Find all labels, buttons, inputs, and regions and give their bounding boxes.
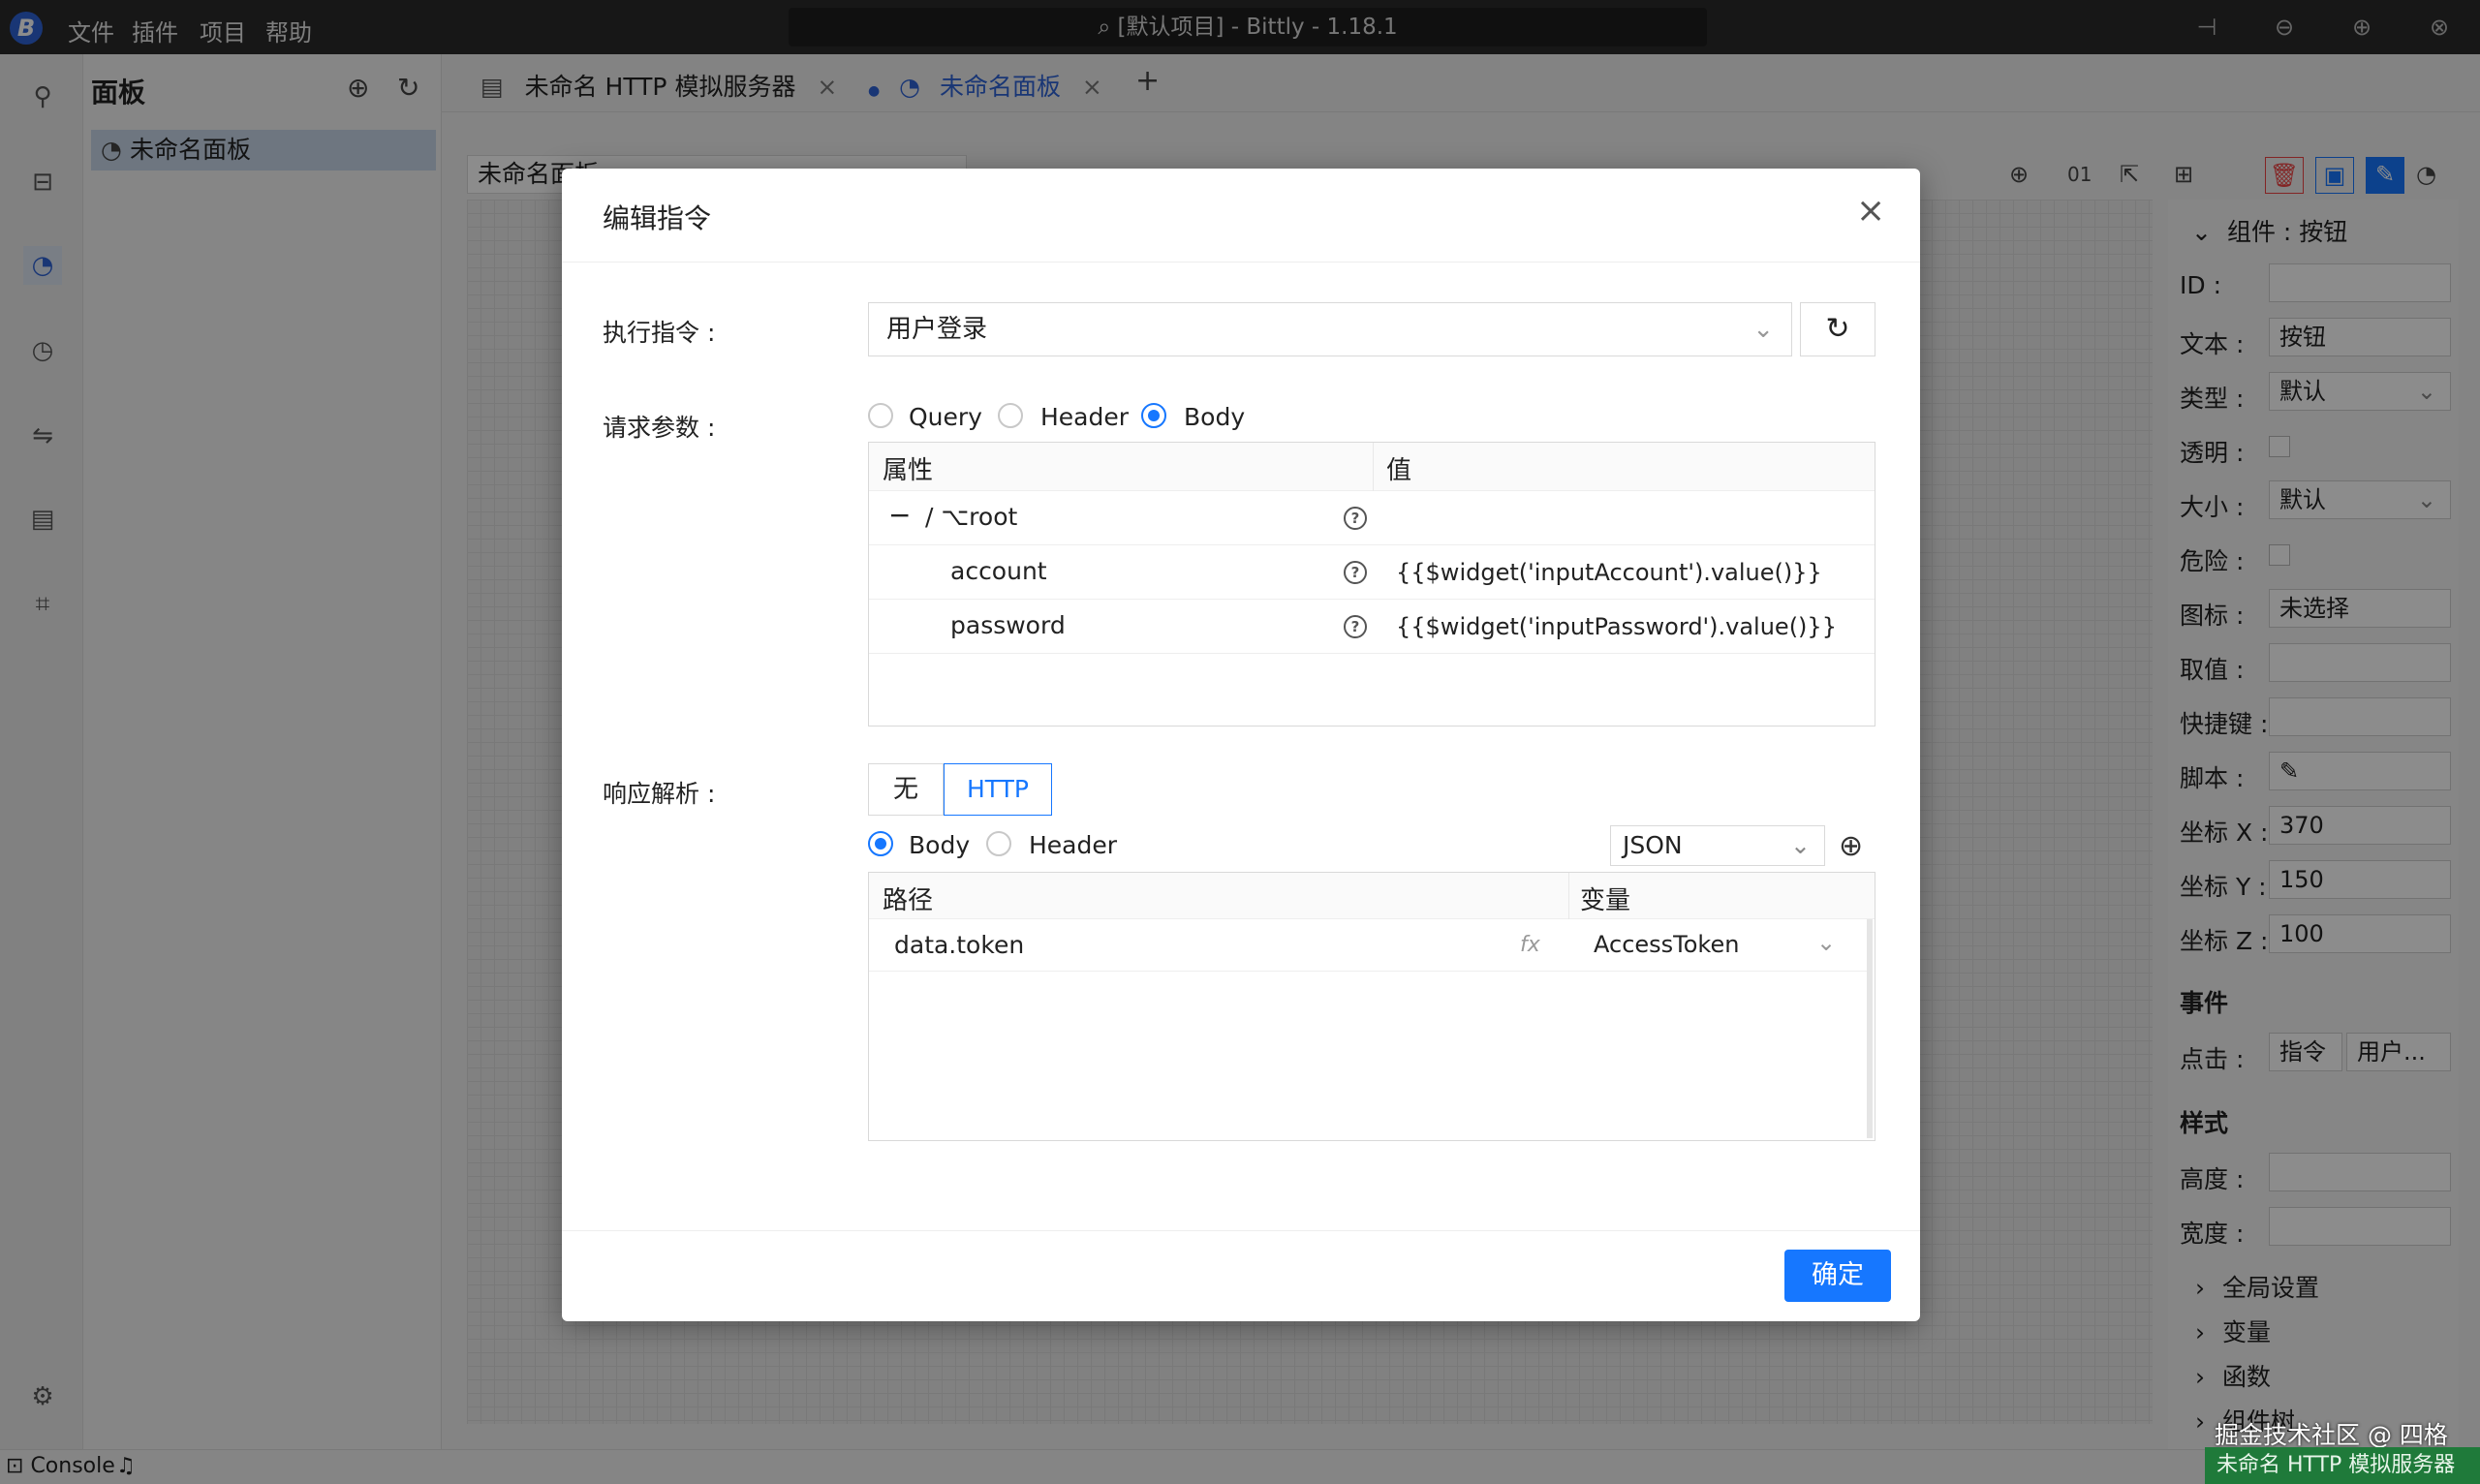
add-mapping-icon[interactable]: ⊕ xyxy=(1839,829,1863,863)
radio-resp-header[interactable] xyxy=(986,831,1011,856)
table-row: account ? {{$widget('inputAccount').valu… xyxy=(869,545,1875,600)
ok-button[interactable]: 确定 xyxy=(1784,1250,1891,1302)
col-divider xyxy=(1373,443,1374,491)
format-select[interactable]: JSON ⌄ xyxy=(1610,825,1825,866)
col-value: 值 xyxy=(1386,456,1412,485)
param-name: password xyxy=(950,611,1066,639)
divider xyxy=(562,262,1920,263)
table-header: 路径 变量 xyxy=(869,873,1875,919)
col-attr: 属性 xyxy=(883,456,934,485)
command-select[interactable]: 用户登录 ⌄ xyxy=(868,302,1792,356)
col-variable: 变量 xyxy=(1580,886,1631,915)
radio-header[interactable] xyxy=(998,403,1023,428)
radio-query[interactable] xyxy=(868,403,893,428)
table-row: password ? {{$widget('inputPassword').va… xyxy=(869,600,1875,654)
close-icon[interactable]: × xyxy=(1856,194,1885,229)
param-value[interactable]: {{$widget('inputPassword').value()}} xyxy=(1396,613,1837,640)
chevron-down-icon: ⌄ xyxy=(1790,831,1811,859)
col-path: 路径 xyxy=(883,886,934,915)
params-table: 属性 值 − / ⌥root ? account ? {{$widget('in… xyxy=(868,442,1876,727)
radio-body-label: Body xyxy=(1184,403,1246,431)
table-row: data.token fx AccessToken ⌄ xyxy=(869,919,1867,972)
chevron-down-icon: ⌄ xyxy=(1752,315,1774,344)
divider xyxy=(562,1230,1920,1231)
root-label: / ⌥root xyxy=(925,503,1018,531)
refresh-commands-button[interactable]: ↻ xyxy=(1800,302,1876,356)
radio-query-label: Query xyxy=(909,403,982,431)
exec-label: 执行指令 : xyxy=(603,319,716,347)
resp-mode-none[interactable]: 无 xyxy=(868,763,944,816)
edit-command-dialog: 编辑指令 × 执行指令 : 用户登录 ⌄ ↻ 请求参数 : Query Head… xyxy=(562,169,1920,1321)
radio-header-label: Header xyxy=(1040,403,1130,431)
help-icon[interactable]: ? xyxy=(1344,615,1367,638)
resp-mode-http[interactable]: HTTP xyxy=(944,763,1052,816)
chevron-down-icon: ⌄ xyxy=(1816,929,1837,956)
mapping-table: 路径 变量 data.token fx AccessToken ⌄ xyxy=(868,872,1876,1141)
resp-label: 响应解析 : xyxy=(603,780,716,808)
param-name: account xyxy=(950,557,1047,585)
radio-resp-header-label: Header xyxy=(1029,831,1118,859)
param-value[interactable]: {{$widget('inputAccount').value()}} xyxy=(1396,559,1822,586)
table-row: − / ⌥root ? xyxy=(869,491,1875,545)
radio-body[interactable] xyxy=(1141,403,1166,428)
radio-resp-body[interactable] xyxy=(868,831,893,856)
path-input[interactable]: data.token xyxy=(894,931,1024,959)
radio-resp-body-label: Body xyxy=(909,831,971,859)
dialog-title: 编辑指令 xyxy=(603,202,712,234)
help-icon[interactable]: ? xyxy=(1344,561,1367,584)
refresh-icon: ↻ xyxy=(1825,312,1850,346)
fx-icon[interactable]: fx xyxy=(1520,933,1540,957)
server-status-badge[interactable]: 未命名 HTTP 模拟服务器× xyxy=(2205,1447,2480,1484)
collapse-icon[interactable]: − xyxy=(888,499,911,531)
variable-select[interactable]: AccessToken xyxy=(1594,931,1739,958)
col-divider xyxy=(1568,873,1569,919)
scrollbar[interactable] xyxy=(1867,919,1873,1138)
params-label: 请求参数 : xyxy=(603,414,716,442)
help-icon[interactable]: ? xyxy=(1344,507,1367,530)
table-header: 属性 值 xyxy=(869,443,1875,491)
watermark: 掘金技术社区 @ 四格 xyxy=(2215,1421,2448,1449)
